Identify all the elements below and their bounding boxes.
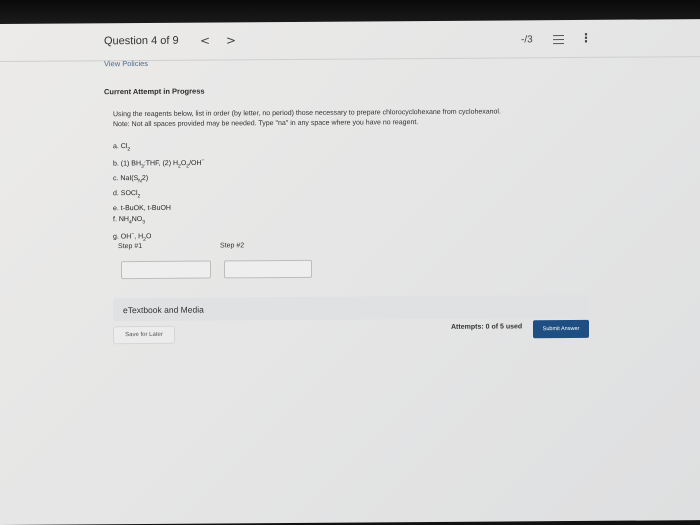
- reagent-letter: a.: [113, 143, 121, 151]
- reagent-letter: g.: [113, 233, 121, 241]
- reagent-formula-part: 2: [137, 193, 141, 200]
- reagent-formula-part: NO: [131, 216, 143, 224]
- attempts-counter: Attempts: 0 of 5 used: [451, 323, 523, 331]
- reagent-formula-part: −: [201, 157, 205, 164]
- list-icon[interactable]: [553, 35, 564, 45]
- reagent-formula-part: /OH: [189, 159, 202, 167]
- reagent-item: a. Cl2: [113, 141, 204, 157]
- save-for-later-button[interactable]: Save for Later: [113, 325, 175, 345]
- reagent-letter: e.: [113, 205, 121, 213]
- reagent-formula-part: , H: [134, 233, 144, 241]
- reagent-formula-part: SOCl: [120, 190, 138, 198]
- reagent-formula-part: NaI(S: [120, 175, 139, 183]
- etextbook-label: eTextbook and Media: [123, 304, 204, 316]
- reagent-formula-part: 2): [141, 175, 149, 183]
- question-instructions: Using the reagents below, list in order …: [113, 107, 583, 130]
- instruction-note: Note: Not all spaces provided may be nee…: [113, 119, 419, 129]
- reagent-letter: b.: [113, 160, 121, 168]
- etextbook-media-bar[interactable]: eTextbook and Media: [113, 294, 589, 322]
- reagent-formula-part: 3: [142, 219, 146, 226]
- question-counter: Question 4 of 9: [104, 34, 179, 48]
- reagent-formula-part: 2: [127, 146, 131, 153]
- reagent-list: a. Cl2 b. (1) BH3:THF, (2) H2O2/OH− c. NaI…: [113, 141, 204, 247]
- reagent-formula-part: OH: [120, 233, 132, 241]
- reagent-item: c. NaI(SN2): [113, 173, 204, 189]
- reagent-item: f. NH4NO3: [113, 214, 204, 230]
- step2-input[interactable]: [224, 259, 312, 279]
- more-vertical-icon[interactable]: ⋮: [580, 31, 592, 45]
- reagent-formula-part: (1) BH: [120, 160, 142, 168]
- question-page: Question 4 of 9 < > -/3 ⋮ View Policies …: [0, 19, 700, 525]
- step1-input[interactable]: [121, 260, 211, 280]
- step1-label: Step #1: [118, 243, 143, 251]
- chevron-right-icon[interactable]: >: [226, 33, 236, 47]
- question-score: -/3: [521, 34, 533, 46]
- reagent-formula-part: NH: [118, 216, 129, 224]
- reagent-formula-part: O: [145, 233, 152, 241]
- reagent-formula-part: t-BuOK, t-BuOH: [120, 204, 171, 213]
- attempt-title: Current Attempt in Progress: [104, 86, 205, 97]
- step2-label: Step #2: [220, 242, 245, 250]
- chevron-left-icon[interactable]: <: [200, 34, 210, 48]
- question-header: Question 4 of 9 < > -/3 ⋮: [0, 19, 700, 62]
- reagent-item: e. t-BuOK, t-BuOH: [113, 202, 204, 214]
- reagent-formula-part: :THF, (2) H: [143, 159, 179, 168]
- reagent-letter: d.: [113, 190, 121, 198]
- reagent-item: d. SOCl2: [113, 188, 204, 204]
- reagent-item: b. (1) BH3:THF, (2) H2O2/OH−: [113, 155, 204, 173]
- submit-answer-button[interactable]: Submit Answer: [533, 319, 589, 339]
- view-policies-link[interactable]: View Policies: [104, 59, 148, 68]
